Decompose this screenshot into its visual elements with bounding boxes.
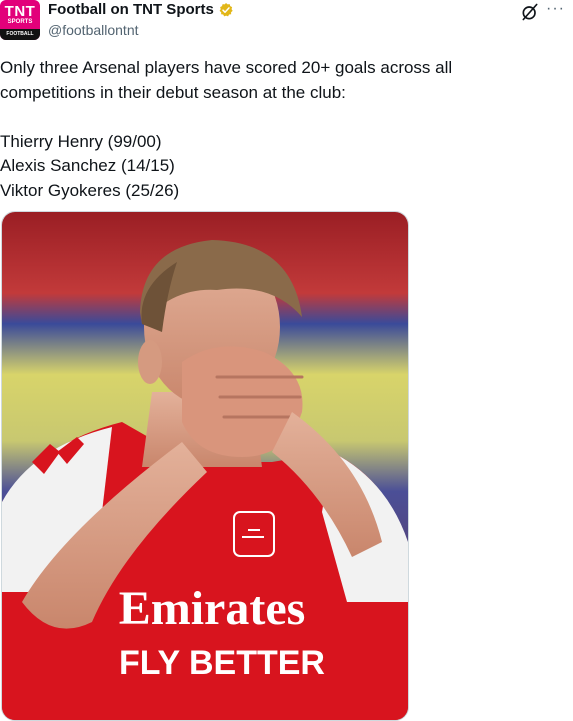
sponsor-text: Emirates [119, 582, 306, 635]
sponsor-tagline: FLY BETTER [119, 644, 325, 682]
author-display-name[interactable]: Football on TNT Sports [48, 1, 214, 18]
author-name-row: Football on TNT Sports [48, 1, 234, 18]
author-handle[interactable]: @footballontnt [48, 22, 139, 38]
player-list-item: Thierry Henry (99/00) [0, 131, 162, 151]
more-options-icon[interactable]: ··· [546, 0, 565, 18]
player-list-item: Viktor Gyokeres (25/26) [0, 180, 180, 200]
avatar-logo-text: TNT [4, 3, 36, 20]
tweet-text-line: Only three Arsenal players have scored 2… [0, 58, 453, 77]
player-photo: Emirates FLY BETTER [2, 212, 408, 720]
tweet-text: Only three Arsenal players have scored 2… [0, 56, 500, 203]
tweet-text-line: competitions in their debut season at th… [0, 82, 346, 102]
verified-badge-icon [219, 2, 233, 16]
tweet-media-photo[interactable]: Emirates FLY BETTER [1, 211, 409, 721]
grok-icon[interactable] [520, 2, 540, 22]
avatar-logo-subtext: SPORTS [7, 19, 33, 25]
author-avatar[interactable]: TNT SPORTS FOOTBALL [0, 0, 40, 40]
player-list-item: Alexis Sanchez (14/15) [0, 156, 175, 175]
avatar-logo-footer: FOOTBALL [0, 29, 40, 40]
